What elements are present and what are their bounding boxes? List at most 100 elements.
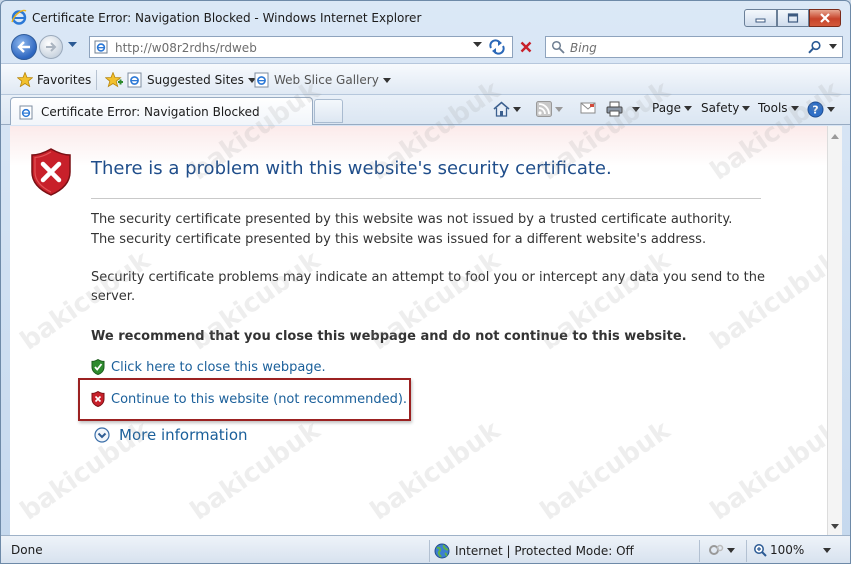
star-icon: [17, 72, 33, 87]
chevron-down-icon: [823, 547, 832, 553]
safety-menu-label: Safety: [701, 101, 740, 115]
window-title: Certificate Error: Navigation Blocked - …: [32, 11, 422, 25]
back-button[interactable]: [11, 34, 37, 60]
watermark-text: bakicubuk: [705, 245, 846, 357]
printer-icon: [606, 101, 623, 117]
chevron-down-icon: [684, 105, 693, 111]
scroll-up-arrow-icon[interactable]: [831, 134, 839, 139]
new-tab-button[interactable]: [314, 99, 343, 123]
security-zone[interactable]: Internet | Protected Mode: Off: [429, 540, 699, 562]
suggested-sites-link[interactable]: Suggested Sites: [127, 72, 256, 88]
globe-icon: [434, 543, 450, 559]
print-button[interactable]: [606, 101, 640, 117]
refresh-icon[interactable]: [488, 39, 506, 55]
web-slice-gallery-label: Web Slice Gallery: [274, 73, 379, 87]
tab-row: Certificate Error: Navigation Blocked Pa…: [1, 95, 850, 125]
chevron-down-icon: [513, 106, 521, 112]
favorites-bar: Favorites Suggested Sites Web Slice Gall…: [1, 63, 850, 95]
tools-menu-label: Tools: [758, 101, 788, 115]
help-icon: ?: [807, 101, 824, 118]
page-content: There is a problem with this website's s…: [10, 75, 846, 535]
status-text: Done: [11, 543, 43, 557]
minimize-icon: [755, 18, 765, 23]
address-bar[interactable]: http://w08r2rdhs/rdweb: [89, 36, 513, 58]
favorites-label: Favorites: [37, 72, 92, 87]
watermark-text: bakicubuk: [365, 415, 506, 527]
favorites-button[interactable]: Favorites: [17, 72, 91, 87]
heading-divider: [91, 198, 761, 199]
red-shield-x-icon: [91, 391, 105, 407]
vertical-scrollbar[interactable]: [827, 126, 842, 535]
minimize-button[interactable]: [744, 9, 777, 27]
safety-menu[interactable]: Safety: [701, 101, 751, 115]
close-window-button[interactable]: [809, 9, 841, 27]
continue-to-website-label[interactable]: Continue to this website (not recommende…: [111, 392, 407, 407]
status-separator: [746, 540, 747, 562]
stop-button[interactable]: [515, 36, 537, 58]
close-icon: [820, 13, 830, 23]
maximize-icon: [787, 13, 799, 23]
ie-window: Certificate Error: Navigation Blocked - …: [0, 0, 851, 564]
tools-menu[interactable]: Tools: [758, 101, 799, 115]
mail-icon: [580, 102, 596, 114]
chevron-down-icon: [382, 77, 391, 83]
expand-chevron-icon: [94, 427, 110, 443]
close-webpage-label[interactable]: Click here to close this webpage.: [111, 360, 326, 375]
continue-to-website-link[interactable]: Continue to this website (not recommende…: [91, 391, 407, 407]
back-arrow-icon: [17, 41, 30, 53]
page-icon: [94, 40, 108, 54]
forward-button[interactable]: [39, 35, 63, 59]
zoom-icon: [754, 544, 767, 557]
zoom-level: 100%: [770, 543, 805, 557]
page-heading: There is a problem with this website's s…: [91, 158, 612, 179]
ie-page-icon: [254, 72, 269, 88]
internet-explorer-icon: [11, 9, 27, 25]
tab-certificate-error[interactable]: Certificate Error: Navigation Blocked: [10, 97, 313, 125]
address-dropdown-icon[interactable]: [473, 42, 482, 48]
search-placeholder[interactable]: Bing: [570, 41, 597, 55]
page-menu-label: Page: [652, 101, 682, 115]
more-information-toggle[interactable]: More information: [94, 426, 248, 444]
add-to-favorites-bar-button[interactable]: [105, 72, 123, 88]
maximize-button[interactable]: [777, 9, 809, 27]
search-box[interactable]: Bing: [545, 36, 843, 58]
chevron-down-icon: [632, 106, 640, 112]
chevron-down-icon: [727, 547, 735, 553]
home-button[interactable]: [493, 101, 521, 117]
window-controls: [744, 9, 841, 27]
feeds-button[interactable]: [536, 101, 563, 117]
recommendation-text: We recommend that you close this webpage…: [91, 329, 687, 344]
green-shield-check-icon: [91, 359, 105, 375]
url-text[interactable]: http://w08r2rdhs/rdweb: [115, 41, 257, 55]
chevron-down-icon: [555, 106, 563, 112]
chevron-down-icon: [790, 105, 799, 111]
read-mail-button[interactable]: [580, 101, 596, 115]
web-slice-gallery-link[interactable]: Web Slice Gallery: [254, 72, 391, 88]
recent-pages-dropdown-icon[interactable]: [68, 42, 77, 48]
suggested-sites-label: Suggested Sites: [147, 73, 244, 87]
scroll-down-arrow-icon[interactable]: [831, 524, 839, 529]
close-webpage-link[interactable]: Click here to close this webpage.: [91, 359, 326, 375]
cert-issue-mismatch: The security certificate presented by th…: [91, 232, 707, 247]
cert-warning-text-continued: server.: [91, 289, 136, 304]
add-favorite-star-icon: [105, 72, 123, 88]
security-error-shield-icon: [31, 148, 71, 196]
title-bar: Certificate Error: Navigation Blocked - …: [1, 1, 850, 33]
chevron-down-icon: [742, 105, 751, 111]
rss-feed-icon: [536, 101, 552, 117]
status-separator: [699, 540, 700, 562]
zone-label: Internet | Protected Mode: Off: [455, 544, 634, 558]
ie-page-icon: [127, 72, 142, 88]
status-bar: Done Internet | Protected Mode: Off 100%: [1, 535, 850, 563]
forward-arrow-icon: [46, 42, 57, 52]
protected-mode-button[interactable]: [708, 543, 735, 557]
search-dropdown-icon[interactable]: [829, 44, 837, 49]
help-menu[interactable]: ?: [807, 101, 835, 118]
tab-label: Certificate Error: Navigation Blocked: [41, 105, 260, 119]
zoom-control[interactable]: 100%: [753, 543, 832, 557]
cert-warning-text: Security certificate problems may indica…: [91, 270, 765, 285]
favorites-separator: [96, 70, 97, 90]
watermark-text: bakicubuk: [705, 415, 846, 527]
search-icon[interactable]: [808, 40, 822, 54]
page-menu[interactable]: Page: [652, 101, 693, 115]
